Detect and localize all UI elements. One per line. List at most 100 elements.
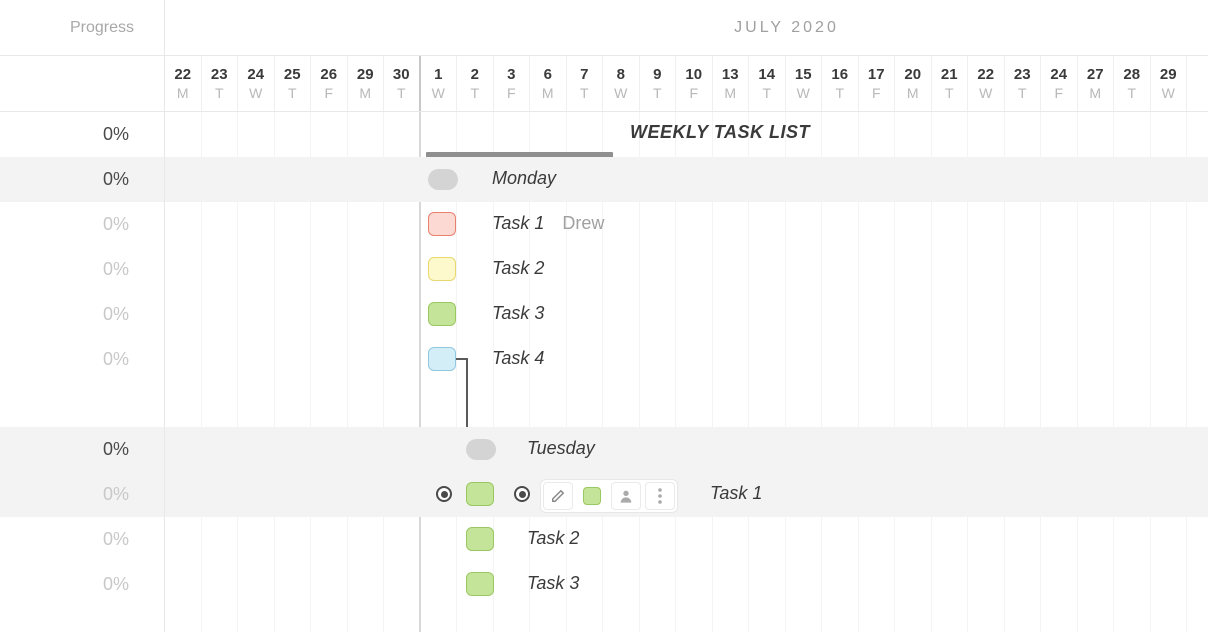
date-weekday: F: [507, 85, 516, 101]
task-label: Task 3: [527, 573, 579, 594]
date-weekday: M: [177, 85, 189, 101]
progress-value: 0%: [0, 202, 164, 247]
progress-subheader-spacer: [0, 56, 164, 112]
date-number: 6: [544, 66, 552, 83]
group-label: Tuesday: [527, 438, 595, 459]
progress-value: 0%: [0, 472, 164, 517]
date-weekday: M: [1089, 85, 1101, 101]
date-column[interactable]: 24F: [1041, 56, 1078, 111]
task-bar[interactable]: [428, 212, 456, 236]
date-column[interactable]: 23 T: [202, 56, 239, 111]
date-weekday: F: [1054, 85, 1063, 101]
assignee-button[interactable]: [611, 482, 641, 510]
date-weekday: W: [797, 85, 810, 101]
task-row[interactable]: Task 1Drew: [165, 202, 1208, 247]
date-number: 22: [174, 66, 191, 83]
date-column[interactable]: 21T: [932, 56, 969, 111]
gantt-area: JULY 2020 22M23T24W25T26F29M30T1W2T3F6M7…: [165, 0, 1208, 632]
progress-value: 0%: [0, 562, 164, 607]
task-row[interactable]: Task 4: [165, 337, 1208, 382]
progress-value: 0%: [0, 247, 164, 292]
date-column[interactable]: 8W: [603, 56, 640, 111]
date-column[interactable]: 25T: [275, 56, 312, 111]
date-weekday: T: [762, 85, 771, 101]
date-weekday: T: [580, 85, 589, 101]
date-column[interactable]: 10 F: [676, 56, 713, 111]
task-row[interactable]: Task 3: [165, 562, 1208, 607]
date-weekday: T: [470, 85, 479, 101]
gantt-title-row: WEEKLY TASK LIST: [165, 112, 1208, 157]
date-number: 13: [722, 66, 739, 83]
date-weekday: W: [979, 85, 992, 101]
date-column[interactable]: 26F: [311, 56, 348, 111]
date-number: 30: [393, 66, 410, 83]
task-row[interactable]: Task 2: [165, 517, 1208, 562]
date-number: 20: [904, 66, 921, 83]
date-weekday: W: [249, 85, 262, 101]
date-weekday: M: [724, 85, 736, 101]
date-column[interactable]: 3F: [494, 56, 531, 111]
chart-title: WEEKLY TASK LIST: [630, 122, 810, 143]
person-icon: [618, 488, 634, 504]
date-weekday: F: [324, 85, 333, 101]
date-column[interactable]: 24 W: [238, 56, 275, 111]
date-column[interactable]: 7T: [567, 56, 604, 111]
date-column[interactable]: 13 M: [713, 56, 750, 111]
date-weekday: F: [872, 85, 881, 101]
progress-value: 0%: [0, 517, 164, 562]
date-column[interactable]: 15W: [786, 56, 823, 111]
drag-handle-left[interactable]: [436, 486, 452, 502]
group-label: Monday: [492, 168, 556, 189]
date-number: 8: [617, 66, 625, 83]
date-column[interactable]: 14 T: [749, 56, 786, 111]
date-column[interactable]: 22 M: [165, 56, 202, 111]
date-column[interactable]: 6M: [530, 56, 567, 111]
group-pill[interactable]: [428, 169, 458, 190]
edit-button[interactable]: [543, 482, 573, 510]
date-column[interactable]: 20M: [895, 56, 932, 111]
date-column[interactable]: 2T: [457, 56, 494, 111]
color-picker-button[interactable]: [583, 487, 601, 505]
date-column[interactable]: 27M: [1078, 56, 1115, 111]
task-row-selected[interactable]: Task 1: [165, 472, 1208, 517]
date-weekday: F: [689, 85, 698, 101]
date-column[interactable]: 29W: [1151, 56, 1188, 111]
group-pill[interactable]: [466, 439, 496, 460]
task-row[interactable]: Task 2: [165, 247, 1208, 292]
date-column[interactable]: 16T: [822, 56, 859, 111]
date-weekday: M: [359, 85, 371, 101]
date-column[interactable]: 17F: [859, 56, 896, 111]
task-bar[interactable]: [428, 347, 456, 371]
date-column[interactable]: 1W: [421, 56, 458, 111]
task-bar[interactable]: [466, 482, 494, 506]
date-weekday: W: [432, 85, 445, 101]
more-options-button[interactable]: [645, 482, 675, 510]
date-column[interactable]: 22 W: [968, 56, 1005, 111]
date-weekday: T: [215, 85, 224, 101]
task-bar[interactable]: [466, 527, 494, 551]
date-weekday: T: [653, 85, 662, 101]
date-weekday: M: [542, 85, 554, 101]
group-row-monday[interactable]: Monday: [165, 157, 1208, 202]
task-bar[interactable]: [428, 302, 456, 326]
date-number: 29: [1160, 66, 1177, 83]
progress-value: 0%: [0, 337, 164, 382]
date-weekday: W: [614, 85, 627, 101]
date-column[interactable]: 23T: [1005, 56, 1042, 111]
date-number: 23: [211, 66, 228, 83]
progress-header: Progress: [0, 0, 164, 56]
date-number: 14: [758, 66, 775, 83]
date-number: 22: [977, 66, 994, 83]
task-bar[interactable]: [428, 257, 456, 281]
task-bar[interactable]: [466, 572, 494, 596]
task-row[interactable]: Task 3: [165, 292, 1208, 337]
date-number: 10: [685, 66, 702, 83]
date-number: 7: [580, 66, 588, 83]
group-row-tuesday[interactable]: Tuesday: [165, 427, 1208, 472]
date-number: 24: [247, 66, 264, 83]
date-column[interactable]: 9T: [640, 56, 677, 111]
date-column[interactable]: 29M: [348, 56, 385, 111]
date-column[interactable]: 30T: [384, 56, 421, 111]
drag-handle-right[interactable]: [514, 486, 530, 502]
date-column[interactable]: 28T: [1114, 56, 1151, 111]
